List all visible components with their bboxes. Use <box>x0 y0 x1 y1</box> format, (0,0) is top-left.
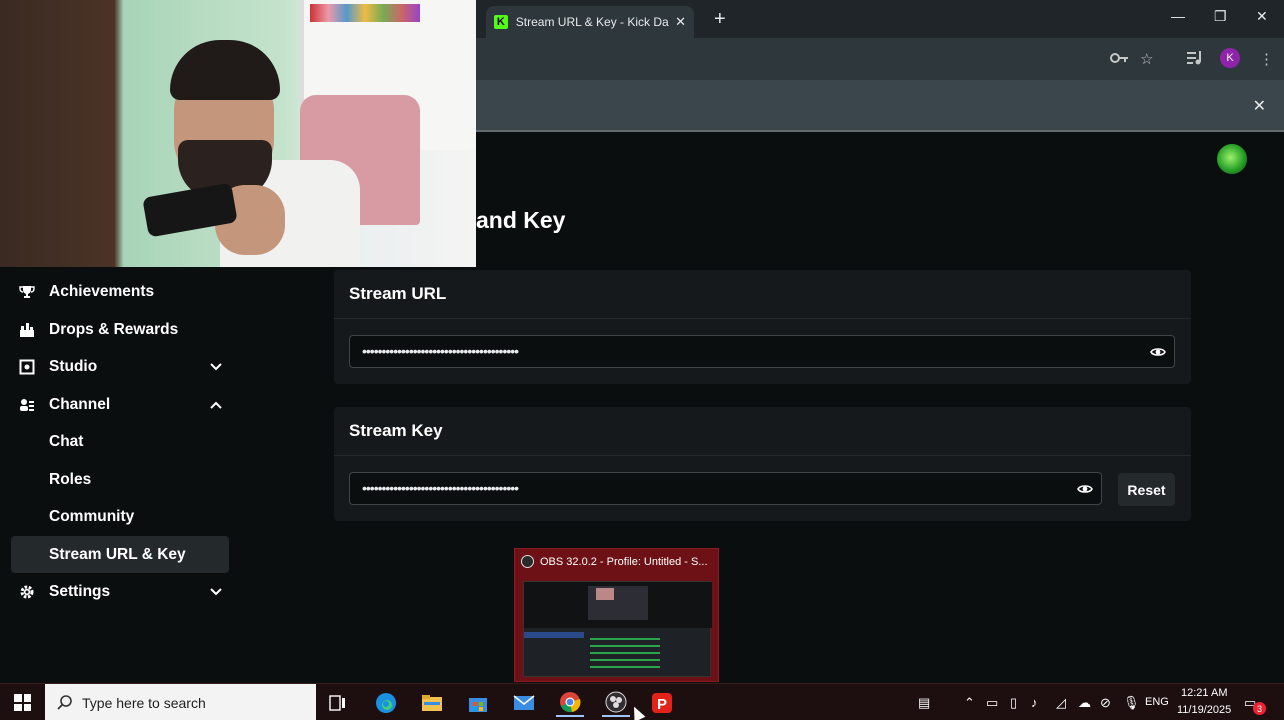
mail-icon[interactable] <box>510 689 538 717</box>
sidebar-item-label: Channel <box>49 395 111 413</box>
minimize-icon[interactable]: — <box>1171 8 1185 24</box>
app-p-icon[interactable]: P <box>648 689 676 717</box>
sidebar-item-label: Stream URL & Key <box>49 545 186 563</box>
search-placeholder: Type here to search <box>82 694 206 711</box>
store-icon[interactable] <box>464 689 492 717</box>
card-divider <box>334 318 1191 319</box>
thumb-audio-mixer <box>590 638 660 670</box>
obs-preview-header: OBS 32.0.2 - Profile: Untitled - S... <box>521 555 708 568</box>
gift-icon <box>20 322 34 337</box>
obs-logo-icon <box>521 555 534 568</box>
obs-preview-title: OBS 32.0.2 - Profile: Untitled - S... <box>540 555 708 568</box>
file-explorer-icon[interactable] <box>418 689 446 717</box>
reset-button[interactable]: Reset <box>1118 473 1175 506</box>
stream-url-title: Stream URL <box>349 284 447 303</box>
key-icon[interactable] <box>1110 52 1128 64</box>
search-icon <box>57 695 72 710</box>
sidebar-item-label: Drops & Rewards <box>49 320 179 338</box>
sidebar-item-chat[interactable]: Chat <box>11 423 229 460</box>
obs-window-preview[interactable]: OBS 32.0.2 - Profile: Untitled - S... <box>514 548 719 682</box>
webcam-overlay <box>0 0 476 267</box>
news-widget-icon[interactable]: ▤ <box>918 695 930 711</box>
tab-close-icon[interactable]: ✕ <box>675 14 686 30</box>
volume-icon[interactable]: ♪ <box>1031 695 1038 710</box>
edge-icon[interactable] <box>372 689 400 717</box>
chrome-icon[interactable] <box>556 689 584 717</box>
sidebar-item-stream-url-key[interactable]: Stream URL & Key <box>11 536 229 573</box>
obs-preview-thumbnail[interactable] <box>523 581 712 677</box>
sidebar-item-label: Community <box>49 507 135 525</box>
restore-icon[interactable]: ❐ <box>1214 8 1227 25</box>
taskbar-search-box[interactable]: Type here to search <box>45 684 316 720</box>
stream-key-field[interactable]: •••••••••••••••••••••••••••••••••••••••• <box>349 472 1102 505</box>
tab-title: Stream URL & Key - Kick Dashb <box>515 15 669 29</box>
sidebar-item-roles[interactable]: Roles <box>11 461 229 498</box>
stream-key-masked-value: •••••••••••••••••••••••••••••••••••••••• <box>362 480 519 496</box>
page-title: and Key <box>476 207 566 233</box>
obs-icon[interactable] <box>602 689 630 717</box>
browser-info-bar: ✕ <box>476 80 1284 132</box>
microphone-icon[interactable]: 🎙 <box>1123 695 1140 711</box>
browser-tab[interactable]: K Stream URL & Key - Kick Dashb ✕ <box>486 6 694 38</box>
star-icon[interactable]: ☆ <box>1140 50 1153 68</box>
profile-avatar[interactable]: K <box>1220 48 1240 68</box>
browser-toolbar: ☆ K ⋮ <box>476 38 1284 80</box>
svg-text:P: P <box>657 696 667 713</box>
media-control-icon[interactable] <box>1187 51 1203 65</box>
battery-icon[interactable]: ▭ <box>986 695 998 711</box>
sidebar-item-label: Achievements <box>49 282 155 300</box>
notification-count-badge: 3 <box>1253 702 1266 715</box>
chevron-up-icon[interactable] <box>209 398 223 412</box>
language-indicator[interactable]: ENG <box>1145 696 1169 708</box>
new-tab-icon[interactable]: + <box>714 8 726 31</box>
stream-url-card: Stream URL •••••••••••••••••••••••••••••… <box>334 270 1191 384</box>
windows-start-icon[interactable] <box>14 694 31 711</box>
sidebar-item-label: Chat <box>49 432 84 450</box>
screen: K Stream URL & Key - Kick Dashb ✕ + — ❐ … <box>0 0 1284 720</box>
tray-overflow-icon[interactable]: ⌃ <box>964 695 975 711</box>
eye-icon[interactable] <box>1077 482 1093 496</box>
stream-key-card: Stream Key •••••••••••••••••••••••••••••… <box>334 407 1191 521</box>
sidebar-item-community[interactable]: Community <box>11 498 229 535</box>
stream-key-title: Stream Key <box>349 421 443 440</box>
sidebar-item-label: Settings <box>49 582 111 600</box>
webcam-books <box>310 4 420 22</box>
studio-icon <box>19 359 35 374</box>
device-icon[interactable]: ▯ <box>1010 695 1017 711</box>
stream-url-masked-value: •••••••••••••••••••••••••••••••••••••••• <box>362 343 519 359</box>
clock-date[interactable]: 11/19/2025 <box>1177 704 1231 716</box>
card-divider <box>334 455 1191 456</box>
task-view-icon[interactable] <box>324 689 352 717</box>
sidebar-item-studio[interactable]: Studio <box>11 348 229 385</box>
user-avatar[interactable] <box>1217 144 1247 174</box>
infobar-close-icon[interactable]: ✕ <box>1253 96 1266 116</box>
sidebar-item-achievements[interactable]: Achievements <box>11 273 229 310</box>
webcam-hair <box>170 40 280 100</box>
sidebar-item-drops-rewards[interactable]: Drops & Rewards <box>11 311 229 348</box>
sidebar-item-channel[interactable]: Channel <box>11 386 229 423</box>
thumb-source <box>596 588 614 600</box>
kebab-menu-icon[interactable]: ⋮ <box>1259 50 1274 68</box>
channel-icon <box>20 398 34 411</box>
stream-url-field[interactable]: •••••••••••••••••••••••••••••••••••••••• <box>349 335 1175 368</box>
eye-icon[interactable] <box>1150 345 1166 359</box>
kick-favicon-icon: K <box>494 15 508 29</box>
thumb-dock <box>524 632 584 638</box>
gear-icon <box>20 585 34 598</box>
trophy-icon <box>19 285 35 298</box>
chevron-down-icon[interactable] <box>209 585 223 599</box>
browser-tab-bar: K Stream URL & Key - Kick Dashb ✕ + — ❐ … <box>476 0 1284 38</box>
wifi-off-icon[interactable]: ⊘ <box>1100 695 1111 711</box>
window-close-icon[interactable]: ✕ <box>1256 8 1268 25</box>
chevron-down-icon[interactable] <box>209 360 223 374</box>
sidebar-item-label: Roles <box>49 470 92 488</box>
network-icon[interactable]: ◿ <box>1056 695 1066 711</box>
clock-time[interactable]: 12:21 AM <box>1181 687 1227 699</box>
sidebar-item-settings[interactable]: Settings <box>11 573 229 610</box>
cloud-sync-icon[interactable]: ☁ <box>1078 695 1091 711</box>
sidebar-item-label: Studio <box>49 357 98 375</box>
